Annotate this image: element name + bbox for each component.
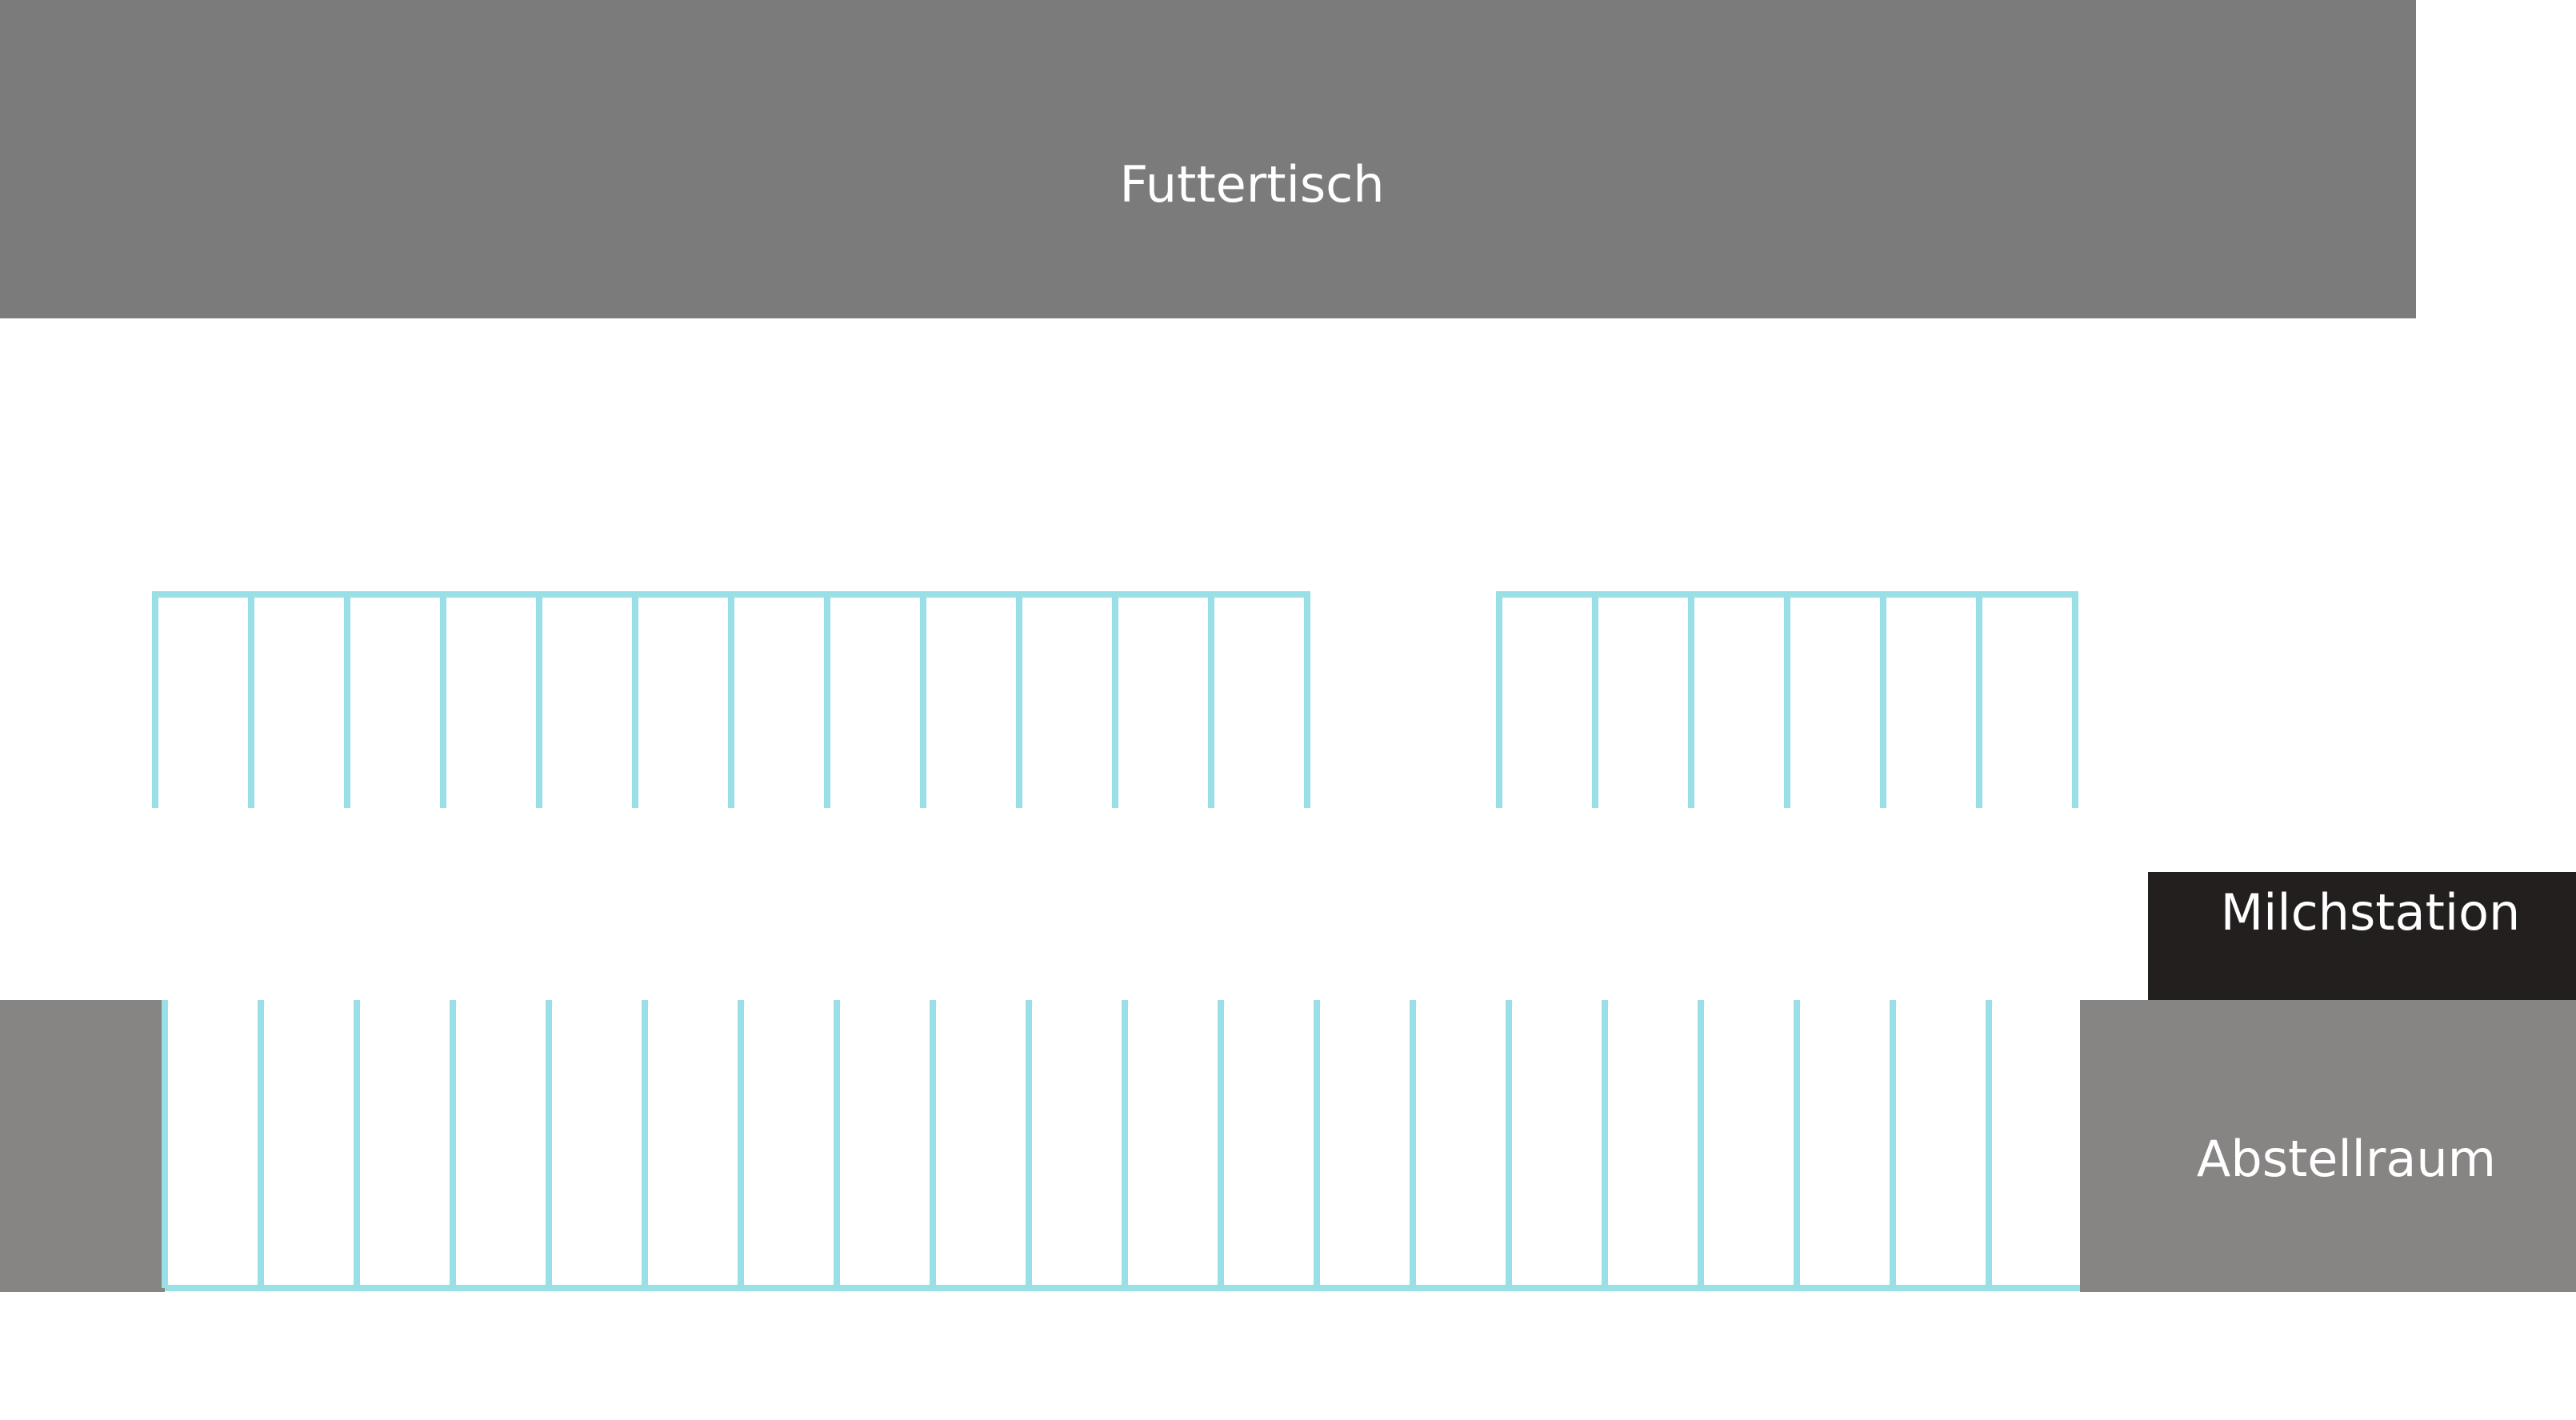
storage-room: Abstellraum	[2080, 1000, 2576, 1292]
upper-left-stall-group	[152, 591, 1310, 808]
storage-room-label: Abstellraum	[2197, 1130, 2496, 1188]
lower-stall-row	[162, 1000, 2080, 1291]
milk-station: Milchstation	[2148, 872, 2576, 1000]
upper-right-stall-group	[1496, 591, 2078, 808]
feed-table-label: Futtertisch	[1119, 155, 1384, 214]
barn-floor-plan: Futtertisch Milchstation Abstellraum	[0, 0, 2576, 1292]
milk-station-label: Milchstation	[2221, 883, 2521, 942]
left-wall-block	[0, 1000, 165, 1292]
feed-table: Futtertisch	[0, 0, 2416, 318]
